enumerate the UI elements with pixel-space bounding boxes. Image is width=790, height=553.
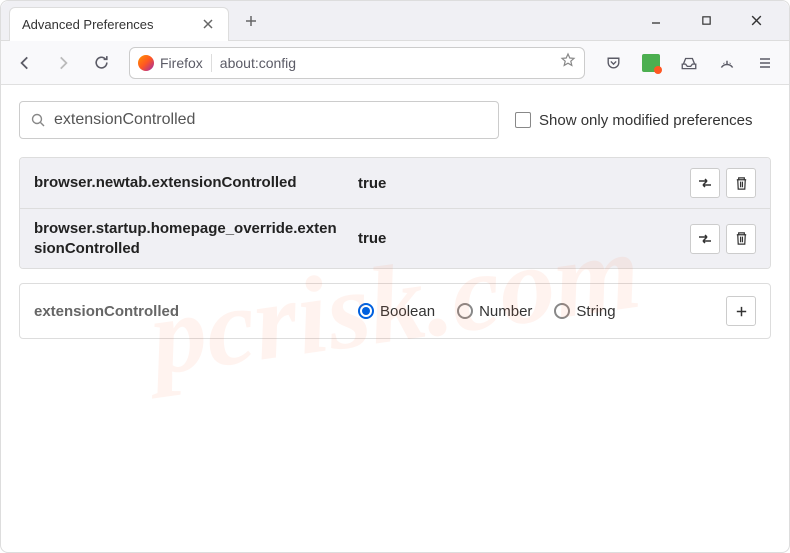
separator [211,54,212,72]
extension-icon[interactable] [635,47,667,79]
pref-name: browser.newtab.extensionControlled [34,173,344,193]
new-pref-name: extensionControlled [34,303,344,320]
radio-label: String [576,303,615,320]
radio-string[interactable]: String [554,303,615,320]
close-tab-icon[interactable] [200,16,216,32]
tab-title: Advanced Preferences [22,17,192,32]
pref-name: browser.startup.homepage_override.extens… [34,219,344,258]
window-controls [635,5,789,37]
close-window-button[interactable] [735,5,777,37]
show-modified-checkbox-row[interactable]: Show only modified preferences [515,112,752,129]
radio-icon [457,303,473,319]
search-box[interactable] [19,101,499,139]
firefox-label: Firefox [160,55,203,71]
browser-tab[interactable]: Advanced Preferences [9,7,229,41]
search-input[interactable] [54,111,488,129]
radio-icon [358,303,374,319]
dashboard-icon[interactable] [711,47,743,79]
pref-value: true [358,175,676,192]
show-modified-label: Show only modified preferences [539,112,752,129]
pref-value: true [358,230,676,247]
maximize-button[interactable] [685,5,727,37]
minimize-button[interactable] [635,5,677,37]
search-icon [30,112,46,128]
radio-label: Boolean [380,303,435,320]
delete-button[interactable] [726,224,756,254]
new-tab-button[interactable] [237,7,265,35]
new-preference-row: extensionControlled Boolean Number Strin… [19,283,771,339]
radio-boolean[interactable]: Boolean [358,303,435,320]
radio-icon [554,303,570,319]
preferences-table: browser.newtab.extensionControlled true … [19,157,771,269]
radio-label: Number [479,303,532,320]
menu-button[interactable] [749,47,781,79]
show-modified-checkbox[interactable] [515,112,531,128]
pocket-icon[interactable] [597,47,629,79]
add-button[interactable] [726,296,756,326]
radio-number[interactable]: Number [457,303,532,320]
page-content: Show only modified preferences browser.n… [1,85,789,355]
type-radio-group: Boolean Number String [358,303,712,320]
pref-row: browser.newtab.extensionControlled true [20,158,770,208]
site-identity[interactable]: Firefox [138,55,203,71]
forward-button[interactable] [47,47,79,79]
back-button[interactable] [9,47,41,79]
titlebar: Advanced Preferences [1,1,789,41]
pref-actions [690,168,756,198]
url-text: about:config [220,55,552,71]
inbox-icon[interactable] [673,47,705,79]
search-row: Show only modified preferences [19,101,771,139]
bookmark-star-icon[interactable] [560,52,576,73]
toggle-button[interactable] [690,224,720,254]
url-bar[interactable]: Firefox about:config [129,47,585,79]
firefox-logo-icon [138,55,154,71]
delete-button[interactable] [726,168,756,198]
browser-toolbar: Firefox about:config [1,41,789,85]
toggle-button[interactable] [690,168,720,198]
pref-row: browser.startup.homepage_override.extens… [20,208,770,268]
pref-actions [690,224,756,254]
reload-button[interactable] [85,47,117,79]
